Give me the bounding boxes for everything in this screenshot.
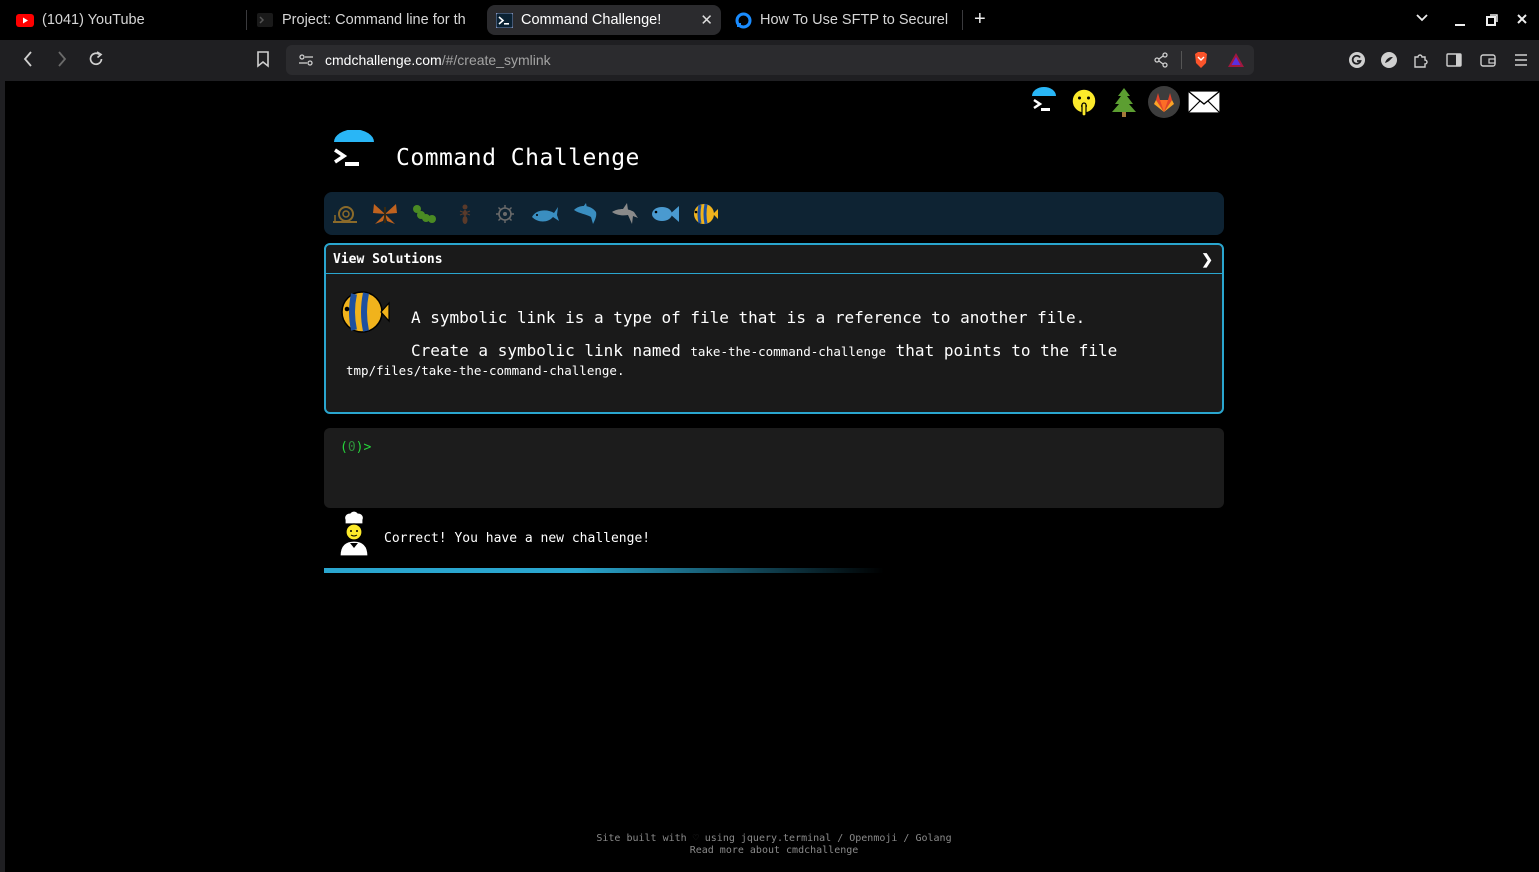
symlink-name-code: take-the-command-challenge: [690, 344, 887, 359]
tab-youtube[interactable]: (1041) YouTube: [16, 5, 241, 35]
site-logo-icon: [331, 129, 377, 174]
chevron-right-icon: ❯: [1201, 251, 1213, 267]
digitalocean-icon: [734, 11, 752, 29]
site-settings-icon[interactable]: [298, 53, 314, 72]
footer-line-1: Site built with ♡ using jquery.terminal …: [0, 833, 1539, 845]
tab-project[interactable]: Project: Command line for th: [256, 5, 476, 35]
address-bar[interactable]: cmdchallenge.com/#/create_symlink: [286, 45, 1254, 75]
ant-icon[interactable]: [450, 199, 480, 229]
challenge-progress-bar: [324, 568, 884, 573]
wallet-icon[interactable]: [1479, 51, 1497, 69]
terminal-input[interactable]: (0)>: [324, 428, 1224, 508]
status-message: Correct! You have a new challenge!: [384, 531, 651, 546]
tab-sftp[interactable]: How To Use SFTP to Securel: [734, 5, 952, 35]
microbe-icon[interactable]: [490, 199, 520, 229]
extension-swirl-icon[interactable]: [1380, 51, 1398, 69]
minimize-icon[interactable]: [1455, 14, 1465, 30]
tab-separator: [246, 10, 247, 30]
tab-label: Project: Command line for th: [282, 12, 466, 28]
cook-icon: [336, 510, 372, 558]
close-window-icon[interactable]: [1516, 12, 1528, 28]
window-left-edge: [0, 81, 5, 872]
shushing-face-icon[interactable]: [1066, 84, 1102, 120]
reload-icon[interactable]: [87, 50, 105, 72]
fish-icon[interactable]: [650, 199, 680, 229]
footer-links[interactable]: using jquery.terminal / Openmoji / Golan…: [699, 833, 952, 844]
terminal-icon: [256, 11, 274, 29]
prompt-close: )>: [355, 440, 372, 455]
prompt-open: (: [340, 440, 348, 455]
whale-icon[interactable]: [530, 199, 560, 229]
grammarly-icon[interactable]: [1348, 51, 1366, 69]
back-icon[interactable]: [22, 50, 34, 72]
tree-icon[interactable]: [1106, 84, 1142, 120]
menu-icon[interactable]: [1512, 51, 1530, 69]
footer-about-link[interactable]: Read more about cmdchallenge: [0, 845, 1539, 857]
tropical-fish-icon: [338, 289, 390, 335]
gitlab-icon[interactable]: [1146, 84, 1182, 120]
caterpillar-icon[interactable]: [410, 199, 440, 229]
brave-rewards-icon[interactable]: [1227, 52, 1245, 73]
cmdchallenge-logo-icon[interactable]: [1026, 84, 1062, 120]
close-icon[interactable]: ✕: [700, 11, 713, 29]
extensions-puzzle-icon[interactable]: [1412, 51, 1430, 69]
instruction-text: .: [616, 363, 625, 378]
tab-label: How To Use SFTP to Securel: [760, 12, 949, 28]
url-path: /#/create_symlink: [441, 52, 551, 68]
browser-tab-bar: (1041) YouTube Project: Command line for…: [0, 0, 1539, 40]
tab-label: Command Challenge!: [521, 12, 662, 28]
tab-command-challenge[interactable]: Command Challenge! ✕: [487, 5, 721, 35]
snail-icon[interactable]: [330, 199, 360, 229]
terminal-icon: [495, 11, 513, 29]
url-domain: cmdchallenge.com: [325, 52, 442, 68]
instruction-text: Create a symbolic link named: [411, 341, 691, 360]
challenge-panel: View Solutions ❯ A symbolic link is a ty…: [324, 243, 1224, 414]
share-icon[interactable]: [1153, 52, 1169, 73]
brave-shields-icon[interactable]: [1193, 51, 1209, 74]
url-text[interactable]: cmdchallenge.com/#/create_symlink: [325, 52, 551, 68]
footer-text: Site built with: [596, 833, 693, 844]
maximize-icon[interactable]: [1486, 13, 1498, 29]
page-title: Command Challenge: [396, 145, 640, 171]
instruction-text: that points to the file: [886, 341, 1118, 360]
new-tab-icon[interactable]: +: [974, 8, 986, 31]
bookmark-icon[interactable]: [256, 50, 270, 72]
target-path-code: tmp/files/take-the-command-challenge: [346, 363, 617, 378]
level-progress-bar: [324, 192, 1224, 235]
shark-icon[interactable]: [610, 199, 640, 229]
view-solutions-label: View Solutions: [333, 252, 443, 267]
footer: Site built with ♡ using jquery.terminal …: [0, 833, 1539, 857]
tab-list-chevron-icon[interactable]: [1415, 10, 1429, 26]
email-icon[interactable]: [1186, 84, 1222, 120]
view-solutions-toggle[interactable]: View Solutions ❯: [326, 245, 1222, 274]
challenge-description: A symbolic link is a type of file that i…: [411, 308, 1086, 327]
forward-icon[interactable]: [56, 50, 68, 72]
challenge-instruction: Create a symbolic link named take-the-co…: [411, 341, 1117, 360]
tab-label: (1041) YouTube: [42, 12, 145, 28]
terminal-prompt: (0)>: [340, 440, 371, 455]
browser-toolbar: cmdchallenge.com/#/create_symlink: [0, 40, 1539, 81]
url-divider: [1181, 51, 1182, 69]
sidebar-toggle-icon[interactable]: [1445, 51, 1463, 69]
challenge-target-path: tmp/files/take-the-command-challenge.: [346, 363, 624, 378]
butterfly-icon[interactable]: [370, 199, 400, 229]
youtube-icon: [16, 11, 34, 29]
dolphin-icon[interactable]: [570, 199, 600, 229]
tab-separator: [962, 10, 963, 30]
tropical-fish-icon[interactable]: [690, 199, 720, 229]
prompt-counter: 0: [347, 440, 356, 455]
